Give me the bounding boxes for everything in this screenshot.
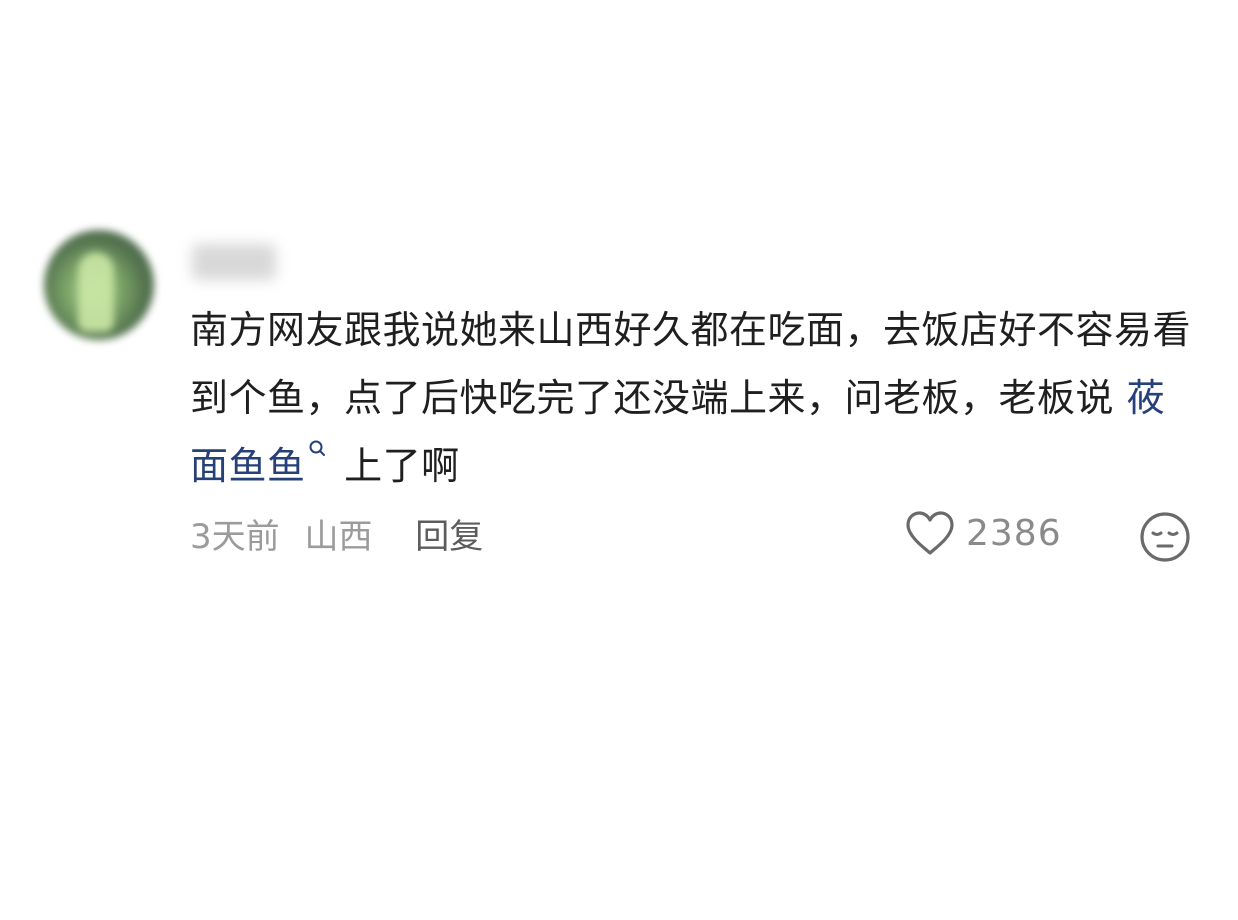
comment-card: 南方网友跟我说她来山西好久都在吃面，去饭店好不容易看到个鱼，点了后快吃完了还没端… — [44, 230, 1204, 570]
comment-text-part2: 上了啊 — [331, 444, 460, 488]
username-blur[interactable] — [192, 244, 276, 280]
comment-location: 山西 — [304, 517, 373, 557]
like-button[interactable]: 2386 — [904, 509, 1062, 557]
comment-text: 南方网友跟我说她来山西好久都在吃面，去饭店好不容易看到个鱼，点了后快吃完了还没端… — [190, 296, 1194, 500]
avatar-figure — [78, 252, 114, 332]
like-count: 2386 — [966, 512, 1062, 554]
comment-meta: 3天前 山西 回复 — [190, 509, 497, 558]
comment-time: 3天前 — [190, 517, 280, 557]
avatar[interactable] — [44, 230, 154, 340]
search-icon — [309, 440, 325, 456]
reply-button[interactable]: 回复 — [415, 517, 483, 557]
heart-icon — [906, 511, 954, 555]
comment-text-part1: 南方网友跟我说她来山西好久都在吃面，去饭店好不容易看到个鱼，点了后快吃完了还没端… — [190, 308, 1192, 420]
dislike-face-icon[interactable] — [1138, 510, 1192, 564]
